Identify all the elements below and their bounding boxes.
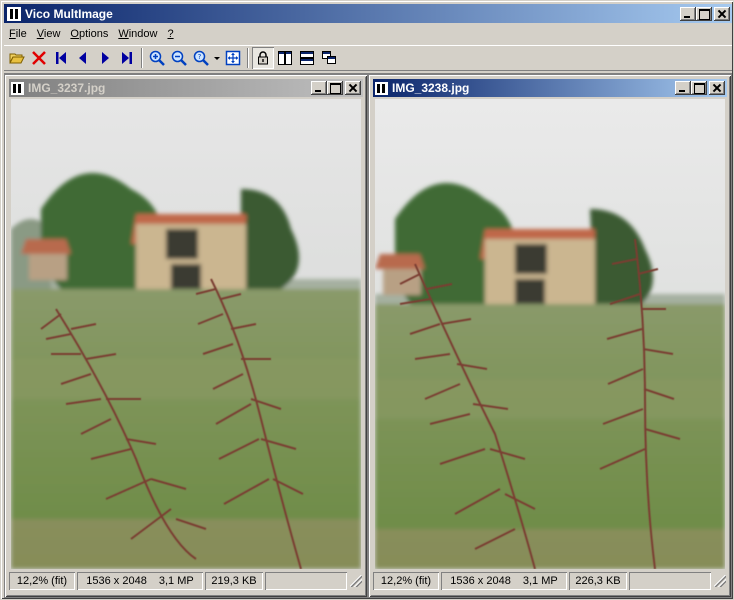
lock-sync-button[interactable] bbox=[252, 47, 274, 69]
image-dimensions: 1536 x 2048 3,1 MP bbox=[441, 572, 567, 590]
app-icon[interactable] bbox=[7, 6, 21, 21]
open-button[interactable] bbox=[6, 47, 28, 69]
fit-to-window-button[interactable] bbox=[222, 47, 244, 69]
maximize-button[interactable] bbox=[696, 6, 712, 21]
mdi-client-area: IMG_3237.jpg 12,2% (fit) 1536 x 2048 3,1… bbox=[4, 73, 732, 598]
app-window: Vico MultImage File View Options Window … bbox=[0, 0, 734, 600]
zoom-in-icon bbox=[149, 50, 165, 66]
image-window-title: IMG_3238.jpg bbox=[392, 81, 470, 95]
status-empty-pane bbox=[629, 572, 711, 590]
open-folder-icon bbox=[9, 53, 25, 64]
last-image-button[interactable] bbox=[116, 47, 138, 69]
title-bar[interactable]: Vico MultImage bbox=[4, 4, 732, 23]
menu-options[interactable]: Options bbox=[65, 28, 113, 40]
image-viewport[interactable] bbox=[375, 99, 725, 569]
image-window-title-bar[interactable]: IMG_3238.jpg bbox=[373, 79, 727, 97]
menu-bar: File View Options Window ? bbox=[4, 24, 732, 43]
svg-text:?: ? bbox=[198, 53, 202, 61]
status-empty-pane bbox=[265, 572, 347, 590]
resize-grip[interactable] bbox=[713, 574, 727, 588]
zoom-level: 12,2% (fit) bbox=[9, 572, 75, 590]
child-maximize-button[interactable] bbox=[691, 81, 707, 95]
file-size: 219,3 KB bbox=[205, 572, 263, 590]
close-red-x-icon bbox=[32, 51, 46, 65]
first-image-icon bbox=[56, 52, 66, 64]
zoom-out-button[interactable] bbox=[168, 47, 190, 69]
image-window-icon[interactable] bbox=[375, 81, 388, 95]
child-maximize-button[interactable] bbox=[327, 81, 343, 95]
menu-file[interactable]: File bbox=[4, 28, 32, 40]
last-image-icon bbox=[122, 52, 132, 64]
menu-view[interactable]: View bbox=[32, 28, 66, 40]
zoom-menu-button[interactable]: ? bbox=[190, 47, 212, 69]
next-image-button[interactable] bbox=[94, 47, 116, 69]
menu-window[interactable]: Window bbox=[113, 28, 162, 40]
photo-landscape bbox=[375, 99, 725, 569]
lock-sync-icon bbox=[258, 51, 268, 65]
tile-vertical-button[interactable] bbox=[274, 47, 296, 69]
close-image-button[interactable] bbox=[28, 47, 50, 69]
minimize-button[interactable] bbox=[680, 6, 696, 21]
previous-image-icon bbox=[79, 52, 86, 64]
resize-grip[interactable] bbox=[349, 574, 363, 588]
zoom-level: 12,2% (fit) bbox=[373, 572, 439, 590]
photo-landscape bbox=[11, 99, 361, 569]
tile-horizontal-button[interactable] bbox=[296, 47, 318, 69]
image-dimensions: 1536 x 2048 3,1 MP bbox=[77, 572, 203, 590]
next-image-icon bbox=[102, 52, 109, 64]
image-window-icon[interactable] bbox=[11, 81, 24, 95]
window-title: Vico MultImage bbox=[25, 6, 113, 21]
image-status-bar: 12,2% (fit) 1536 x 2048 3,1 MP 226,3 KB bbox=[373, 571, 727, 591]
child-minimize-button[interactable] bbox=[311, 81, 327, 95]
image-status-bar: 12,2% (fit) 1536 x 2048 3,1 MP 219,3 KB bbox=[9, 571, 363, 591]
toolbar-separator bbox=[247, 48, 249, 68]
child-close-button[interactable] bbox=[345, 81, 361, 95]
image-window-1[interactable]: IMG_3237.jpg 12,2% (fit) 1536 x 2048 3,1… bbox=[5, 75, 367, 597]
cascade-button[interactable] bbox=[318, 47, 340, 69]
tile-horizontal-icon bbox=[300, 51, 314, 65]
previous-image-button[interactable] bbox=[72, 47, 94, 69]
image-viewport[interactable] bbox=[11, 99, 361, 569]
zoom-in-button[interactable] bbox=[146, 47, 168, 69]
close-button[interactable] bbox=[714, 6, 730, 21]
file-size: 226,3 KB bbox=[569, 572, 627, 590]
toolbar: ? bbox=[4, 45, 732, 71]
zoom-menu-icon: ? bbox=[193, 50, 209, 66]
fit-to-window-icon bbox=[225, 50, 241, 66]
tile-vertical-icon bbox=[278, 51, 292, 65]
menu-help[interactable]: ? bbox=[162, 28, 178, 40]
child-close-button[interactable] bbox=[709, 81, 725, 95]
first-image-button[interactable] bbox=[50, 47, 72, 69]
cascade-icon bbox=[322, 51, 336, 64]
child-minimize-button[interactable] bbox=[675, 81, 691, 95]
image-window-title: IMG_3237.jpg bbox=[28, 81, 106, 95]
toolbar-separator bbox=[141, 48, 143, 68]
image-window-title-bar[interactable]: IMG_3237.jpg bbox=[9, 79, 363, 97]
zoom-dropdown-arrow[interactable] bbox=[212, 47, 222, 69]
zoom-out-icon bbox=[171, 50, 187, 66]
image-window-2[interactable]: IMG_3238.jpg 12,2% (fit) 1536 x 2048 3,1… bbox=[369, 75, 731, 597]
